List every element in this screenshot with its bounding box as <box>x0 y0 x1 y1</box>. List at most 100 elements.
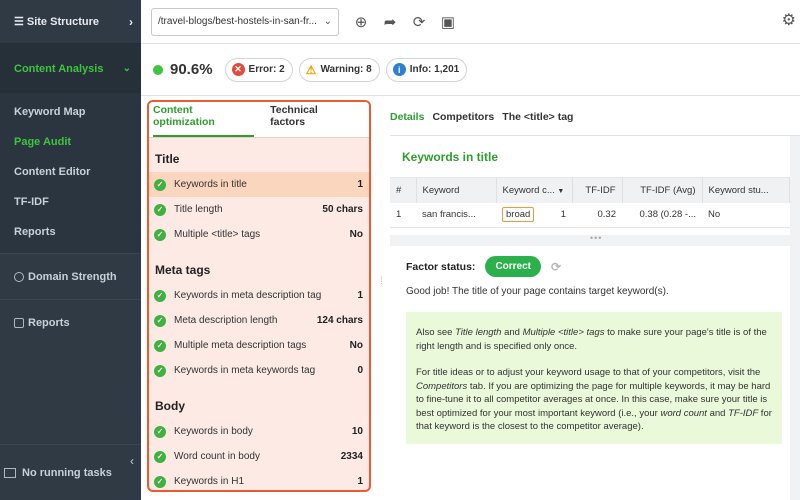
sidebar-item-site-structure[interactable]: ☰ Site Structure › <box>0 0 141 44</box>
panel-resize-handle[interactable]: ⁞ <box>380 276 383 287</box>
check-icon: ✓ <box>154 425 166 438</box>
check-icon: ✓ <box>154 203 166 216</box>
factor-row[interactable]: ✓ Keywords in body 10 <box>149 419 369 444</box>
check-icon: ✓ <box>154 314 166 327</box>
sidebar-item-reports[interactable]: Reports <box>0 217 141 247</box>
factor-value: 1 <box>357 290 363 301</box>
tab-content-optimization[interactable]: Content optimization <box>153 104 255 137</box>
table-row[interactable]: 1 san francis... broad 1 0.32 0.38 (0.28… <box>390 203 790 228</box>
add-icon[interactable]: ⊕ <box>349 10 373 34</box>
check-icon: ✓ <box>154 450 166 463</box>
factor-label: Keywords in H1 <box>174 476 245 487</box>
tab-competitors[interactable]: Competitors <box>432 111 494 135</box>
gear-icon[interactable]: ⚙ <box>782 10 796 30</box>
column-header[interactable]: TF-IDF <box>572 178 623 203</box>
group-title: Title <box>155 152 180 166</box>
sidebar-item-keyword-map[interactable]: Keyword Map <box>0 97 141 127</box>
error-label: Error: 2 <box>248 64 285 75</box>
keywords-table: # Keyword Keyword c... ▼ TF-IDF TF-IDF (… <box>390 178 790 228</box>
sidebar-section-label: Content Analysis <box>14 62 104 75</box>
factor-row[interactable]: ✓ Keywords in title 1 <box>149 172 369 197</box>
sidebar-item-domain-strength[interactable]: Domain Strength <box>0 253 141 299</box>
reports-icon <box>14 317 24 328</box>
tasks-status[interactable]: No running tasks <box>0 444 141 500</box>
collapse-sidebar-icon[interactable]: ‹ <box>130 454 134 468</box>
status-bar: 90.6% ✕ Error: 2 ⚠ Warning: 8 i Info: 1,… <box>141 44 800 96</box>
factor-row[interactable]: ✓ Title length 50 chars <box>149 197 369 222</box>
factor-status-label: Factor status: <box>406 260 476 273</box>
sidebar-item-content-editor[interactable]: Content Editor <box>0 157 141 187</box>
match-type-select[interactable]: broad <box>502 207 535 223</box>
resize-grip[interactable]: ••• <box>590 233 602 243</box>
column-header[interactable]: TF-IDF (Avg) <box>622 178 703 203</box>
factor-value: 1 <box>357 179 363 190</box>
factor-row[interactable]: ✓ Word count in body 2334 <box>149 444 369 469</box>
factor-row[interactable]: ✓ Multiple meta description tags No <box>149 333 369 358</box>
score-indicator <box>153 64 163 75</box>
check-icon: ✓ <box>154 339 166 352</box>
sidebar-item-reports-main[interactable]: Reports <box>0 299 141 345</box>
factor-label: Word count in body <box>174 451 260 462</box>
cell-stuffing: No <box>702 203 790 228</box>
factor-value: No <box>349 340 363 351</box>
error-badge[interactable]: ✕ Error: 2 <box>224 57 293 82</box>
info-badge[interactable]: i Info: 1,201 <box>385 57 468 82</box>
url-value: /travel-blogs/best-hostels-in-san-fr... <box>158 16 317 27</box>
menu-icon: ☰ <box>14 16 24 28</box>
share-icon[interactable]: ➦ <box>378 10 402 34</box>
factor-row[interactable]: ✓ Meta description length 124 chars <box>149 308 369 333</box>
warning-badge[interactable]: ⚠ Warning: 8 <box>298 57 380 82</box>
factor-label: Keywords in title <box>174 179 247 190</box>
factors-panel: Content optimization Technical factors T… <box>147 100 371 492</box>
factor-label: Meta description length <box>174 315 278 326</box>
check-icon: ✓ <box>154 475 166 488</box>
column-header[interactable]: Keyword <box>416 178 497 203</box>
column-header[interactable]: Keyword stu... <box>702 178 790 203</box>
refresh-icon[interactable]: ⟳ <box>407 10 431 34</box>
sidebar: ☰ Site Structure › Content Analysis ⌄ Ke… <box>0 0 141 500</box>
sidebar-section-content-analysis[interactable]: Content Analysis ⌄ <box>0 44 141 93</box>
status-badge: Correct <box>485 256 542 277</box>
schedule-icon[interactable]: ▣ <box>436 10 460 34</box>
link-multiple-title-tags[interactable]: Multiple <title> tags <box>523 327 605 338</box>
info-label: Info: 1,201 <box>409 64 460 75</box>
factor-row[interactable]: ✓ Keywords in H1 1 <box>149 469 369 490</box>
factor-label: Multiple <title> tags <box>174 229 261 240</box>
column-header[interactable]: # <box>390 178 417 203</box>
column-header-keyword-count[interactable]: Keyword c... ▼ <box>496 178 573 203</box>
factor-value: 0 <box>357 365 363 376</box>
recommendation-paragraph: For title ideas or to adjust your keywor… <box>416 366 772 434</box>
factor-value: 10 <box>351 426 363 437</box>
cell-tfidf: 0.32 <box>572 203 622 228</box>
tab-details[interactable]: Details <box>390 111 424 135</box>
factor-row[interactable]: ✓ Keywords in meta description tag 1 <box>149 283 369 308</box>
cell-tfidf-avg: 0.38 (0.28 -... <box>622 203 702 228</box>
factor-status-area: Factor status: Correct ⟳ Good job! The t… <box>390 246 790 500</box>
refresh-icon[interactable]: ⟳ <box>551 260 561 274</box>
check-icon: ✓ <box>154 228 166 241</box>
check-icon: ✓ <box>154 289 166 302</box>
factor-row[interactable]: ✓ Multiple <title> tags No <box>149 222 369 247</box>
error-icon: ✕ <box>231 63 245 76</box>
sidebar-item-label: Domain Strength <box>28 270 117 283</box>
tab-title-tag[interactable]: The <title> tag <box>502 111 573 135</box>
factor-value: 50 chars <box>322 204 363 215</box>
check-icon: ✓ <box>154 364 166 377</box>
url-select[interactable]: /travel-blogs/best-hostels-in-san-fr... … <box>151 7 339 36</box>
sidebar-item-label: Reports <box>28 316 70 329</box>
tab-technical-factors[interactable]: Technical factors <box>270 104 353 137</box>
details-panel: Details Competitors The <title> tag Keyw… <box>390 96 800 500</box>
factors-tabs: Content optimization Technical factors <box>149 102 369 138</box>
link-competitors[interactable]: Competitors <box>416 381 467 392</box>
sidebar-item-page-audit[interactable]: Page Audit <box>0 127 141 157</box>
link-word-count: word count <box>660 407 707 419</box>
sidebar-item-tf-idf[interactable]: TF-IDF <box>0 187 141 217</box>
warning-label: Warning: 8 <box>320 64 372 75</box>
text: and <box>706 407 729 419</box>
factor-label: Keywords in meta description tag <box>174 290 322 301</box>
tasks-icon <box>4 467 16 478</box>
tasks-label: No running tasks <box>22 466 112 479</box>
card-title: Keywords in title <box>390 136 790 178</box>
factor-row[interactable]: ✓ Keywords in meta keywords tag 0 <box>149 358 369 383</box>
link-title-length[interactable]: Title length <box>455 327 501 338</box>
